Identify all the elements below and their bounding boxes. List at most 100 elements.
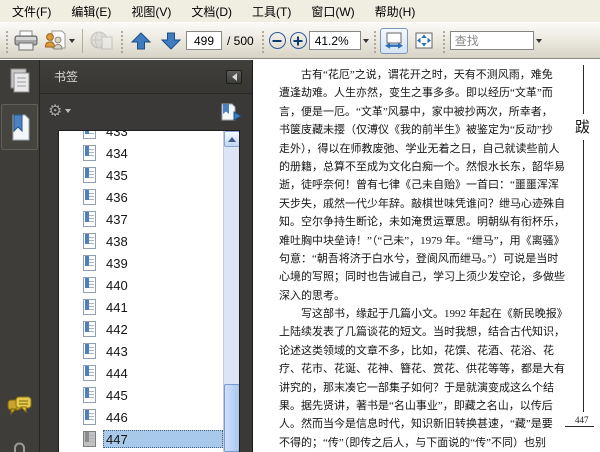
document-text-line: 古有“花厄”之说，谓花开之时，天有不测风雨，难免 xyxy=(279,69,553,81)
document-text-line: 书箧庋藏未撄（仅溥仪《我的前半生》被鉴定为“反动”抄 xyxy=(279,124,553,137)
document-text-line: 论述这类领域的文章不多，比如，花馔、花酒、花浴、花 xyxy=(279,344,554,357)
navigation-strip xyxy=(0,60,40,452)
document-text-line: 讲究的，那末凑它一部集子如何？于是就演变成这么个结 xyxy=(279,381,554,394)
bookmark-page-icon xyxy=(83,189,96,205)
next-page-icon xyxy=(160,32,182,50)
bookmark-item[interactable]: 442 xyxy=(59,318,223,340)
page-thumbnails-tab[interactable] xyxy=(0,68,40,94)
share-button xyxy=(87,26,117,56)
bookmark-item[interactable]: 443 xyxy=(59,340,223,362)
bookmark-item[interactable]: 445 xyxy=(59,384,223,406)
find-input[interactable] xyxy=(449,31,534,50)
next-page-button[interactable] xyxy=(156,26,186,56)
margin-label: 跋 xyxy=(575,120,591,136)
attachments-tab[interactable] xyxy=(0,441,40,452)
bookmark-item[interactable]: 437 xyxy=(59,208,223,230)
bookmark-label: 440 xyxy=(106,277,128,293)
bookmarks-icon xyxy=(12,114,29,140)
previous-page-button[interactable] xyxy=(126,26,156,56)
bookmark-label: 437 xyxy=(106,211,128,227)
main-area: 书签 ⚙ 433 434 435 436 437 438 439 440 441… xyxy=(0,60,600,452)
menu-view[interactable]: 视图(V) xyxy=(121,0,181,23)
fit-page-button[interactable] xyxy=(410,28,438,54)
bookmark-item[interactable]: 436 xyxy=(59,186,223,208)
collaborate-button[interactable] xyxy=(41,26,78,56)
document-text-line: 走外），得以在师教废弛、学业无着之日，自己就读些前人 xyxy=(279,142,560,155)
bookmark-label: 435 xyxy=(106,167,128,183)
collaborate-icon xyxy=(44,30,66,50)
collaborate-dropdown-arrow[interactable] xyxy=(69,39,75,46)
bookmark-item[interactable]: 441 xyxy=(59,296,223,318)
bookmark-label: 439 xyxy=(106,255,128,271)
bookmarks-panel-title: 书签 xyxy=(54,70,79,84)
bookmark-label: 445 xyxy=(106,387,128,403)
bookmark-page-icon xyxy=(83,145,96,161)
scrollbar-thumb[interactable] xyxy=(224,384,239,452)
menu-edit[interactable]: 编辑(E) xyxy=(61,0,121,23)
menu-bar: 文件(F) 编辑(E) 视图(V) 文档(D) 工具(T) 窗口(W) 帮助(H… xyxy=(0,0,600,22)
fit-width-button[interactable] xyxy=(379,27,408,54)
bookmark-page-icon xyxy=(83,343,96,359)
bookmarks-tab[interactable] xyxy=(1,104,38,150)
document-text-line: 人。然而当今是信息时代，知识新旧转换甚速，“藏”是要 xyxy=(279,418,553,431)
bookmark-page-icon xyxy=(83,211,96,227)
menu-tools[interactable]: 工具(T) xyxy=(242,0,301,23)
gear-icon: ⚙ xyxy=(48,103,63,120)
document-page[interactable]: 古有“花厄”之说，谓花开之时，天有不测风雨，难免 遭逢劫难。人生亦然，变生之事多… xyxy=(252,60,600,452)
toolbar-grip[interactable] xyxy=(259,28,265,53)
zoom-dropdown-arrow[interactable] xyxy=(362,39,369,46)
find-dropdown-arrow[interactable] xyxy=(535,39,542,46)
print-button[interactable] xyxy=(11,26,41,56)
bookmark-item[interactable]: 433 xyxy=(59,130,223,142)
bookmark-label: 441 xyxy=(106,299,128,315)
bookmark-label: 447 xyxy=(106,431,128,447)
collapse-arrow-icon xyxy=(228,72,237,81)
bookmark-label: 442 xyxy=(106,321,128,337)
toolbar-grip[interactable] xyxy=(4,28,9,53)
bookmark-item[interactable]: 439 xyxy=(59,252,223,274)
bookmark-item[interactable]: 446 xyxy=(59,406,223,428)
share-icon xyxy=(90,31,113,50)
toolbar-grip[interactable] xyxy=(119,28,124,53)
collapse-panel-button[interactable] xyxy=(226,69,242,84)
toolbar-grip[interactable] xyxy=(371,28,377,53)
bookmark-item[interactable]: 435 xyxy=(59,164,223,186)
scroll-up-arrow-icon xyxy=(228,133,236,142)
comments-tab[interactable] xyxy=(0,396,40,420)
zoom-out-button[interactable] xyxy=(268,32,286,49)
bookmark-item[interactable]: 440 xyxy=(59,274,223,296)
menu-window[interactable]: 窗口(W) xyxy=(301,0,364,23)
zoom-level-input[interactable]: 41.2% xyxy=(308,31,361,50)
bookmark-scrollbar[interactable] xyxy=(223,131,239,452)
document-text-line: 果。据先贤讲，著书是“名山事业”，即藏之名山，以传后 xyxy=(279,400,553,413)
zoom-in-button[interactable] xyxy=(289,32,307,49)
toolbar: / 500 41.2% xyxy=(0,22,600,59)
bookmark-label: 446 xyxy=(106,409,128,425)
scrollbar-up-button[interactable] xyxy=(224,131,239,147)
menu-file[interactable]: 文件(F) xyxy=(2,0,61,23)
menu-help[interactable]: 帮助(H) xyxy=(365,0,426,23)
fit-page-icon xyxy=(415,32,433,49)
bookmark-item[interactable]: 447 xyxy=(59,428,223,450)
menu-document[interactable]: 文档(D) xyxy=(181,0,242,23)
document-text-line: 遭逢劫难。人生亦然，变生之事多多。即以经历“文革”而 xyxy=(279,87,553,100)
margin-rule xyxy=(583,140,584,412)
bookmark-item[interactable]: 434 xyxy=(59,142,223,164)
bookmark-options-button[interactable]: ⚙ xyxy=(48,103,72,120)
page-number-input[interactable] xyxy=(186,31,222,50)
toolbar-grip[interactable] xyxy=(440,28,446,53)
document-text: 古有“花厄”之说，谓花开之时，天有不测风雨，难免 遭逢劫难。人生亦然，变生之事多… xyxy=(279,66,568,452)
paperclip-icon xyxy=(14,442,25,452)
bookmarks-panel: 书签 ⚙ 433 434 435 436 437 438 439 440 441… xyxy=(40,60,252,452)
bookmark-item[interactable]: 444 xyxy=(59,362,223,384)
bookmark-label: 433 xyxy=(106,130,128,139)
go-to-bookmark-button[interactable] xyxy=(220,103,242,121)
comments-icon xyxy=(7,396,32,416)
document-text-line: 言，便是一厄。“文革”风暴中，家中被抄两次，所幸者， xyxy=(279,105,553,118)
fit-width-icon xyxy=(384,32,403,49)
bookmark-item[interactable]: 438 xyxy=(59,230,223,252)
bookmark-page-icon xyxy=(83,299,96,315)
bookmark-label: 434 xyxy=(106,145,128,161)
bookmark-page-icon xyxy=(83,365,96,381)
go-to-bookmark-icon xyxy=(221,103,242,121)
